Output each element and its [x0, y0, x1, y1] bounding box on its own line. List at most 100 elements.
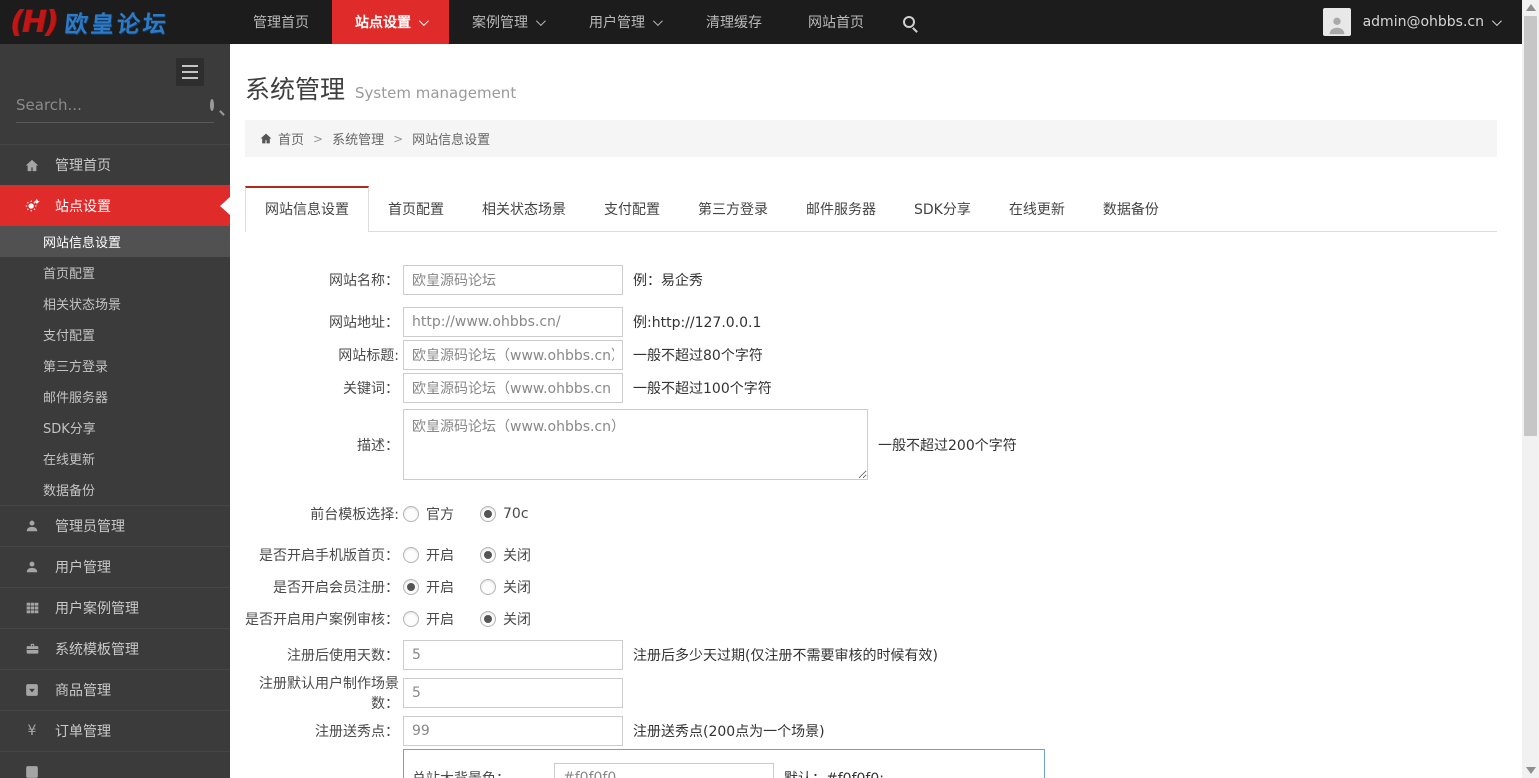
keywords-input[interactable]: [403, 373, 623, 403]
tab-online-update[interactable]: 在线更新: [990, 187, 1084, 231]
days-after-register-input[interactable]: [403, 640, 623, 670]
site-name-input[interactable]: [403, 265, 623, 295]
account-menu[interactable]: admin@ohbbs.cn: [1323, 0, 1539, 44]
person-icon: [22, 519, 42, 533]
sidebar: 管理首页 站点设置 网站信息设置 首页配置 相关状态场景 支付配置 第三方登录 …: [0, 44, 230, 778]
radio-register-on[interactable]: [403, 579, 419, 595]
sidebar-item-partial[interactable]: [0, 751, 230, 778]
register-points-input[interactable]: [403, 716, 623, 746]
radio-review-off[interactable]: [480, 611, 496, 627]
radio-mobile-off[interactable]: [480, 547, 496, 563]
field-label: 是否开启用户案例审核：: [245, 609, 403, 629]
tab-status-scene[interactable]: 相关状态场景: [463, 187, 585, 231]
topnav-user-management[interactable]: 用户管理: [566, 0, 683, 44]
topnav-case-management[interactable]: 案例管理: [449, 0, 566, 44]
field-hint: 注册后多少天过期(仅注册不需要审核的时候有效): [633, 645, 938, 665]
tab-site-info[interactable]: 网站信息设置: [245, 186, 369, 232]
sidebar-item-user-case-management[interactable]: 用户案例管理: [0, 587, 230, 628]
submenu-site-info[interactable]: 网站信息设置: [0, 226, 230, 257]
submenu-online-update[interactable]: 在线更新: [0, 443, 230, 474]
scroll-down-arrow-icon[interactable]: [1526, 767, 1536, 774]
chevron-down-icon: [653, 16, 663, 26]
submenu-sdk-share[interactable]: SDK分享: [0, 412, 230, 443]
sidebar-collapse-button[interactable]: [176, 58, 204, 86]
sidebar-menu: 管理首页 站点设置 网站信息设置 首页配置 相关状态场景 支付配置 第三方登录 …: [0, 144, 230, 778]
tab-payment-config[interactable]: 支付配置: [585, 187, 679, 231]
field-label: 注册后使用天数：: [245, 645, 403, 665]
sidebar-item-order-management[interactable]: ¥ 订单管理: [0, 710, 230, 751]
field-label: 关键词：: [245, 378, 403, 398]
logo-emblem-icon: (H): [10, 5, 57, 40]
tab-mail-server[interactable]: 邮件服务器: [787, 187, 895, 231]
search-icon: [903, 16, 915, 28]
breadcrumb-site-info[interactable]: 网站信息设置: [412, 129, 490, 148]
sidebar-item-user-management[interactable]: 用户管理: [0, 546, 230, 587]
topnav-label: 网站首页: [808, 12, 864, 32]
submenu-data-backup[interactable]: 数据备份: [0, 474, 230, 505]
radio-mobile-on[interactable]: [403, 547, 419, 563]
site-title-input[interactable]: [403, 340, 623, 370]
page-scrollbar[interactable]: [1522, 0, 1539, 778]
tab-home-config[interactable]: 首页配置: [369, 187, 463, 231]
topnav-admin-home[interactable]: 管理首页: [230, 0, 332, 44]
form-row-description: 描述： 欧皇源码论坛（www.ohbbs.cn） 一般不超过200个字符: [245, 409, 1497, 480]
field-hint: 注册送秀点(200点为一个场景): [633, 721, 825, 741]
radio-review-on[interactable]: [403, 611, 419, 627]
form-row-site-title: 网站标题: 一般不超过80个字符: [245, 340, 1497, 370]
form-row-keywords: 关键词： 一般不超过100个字符: [245, 373, 1497, 403]
yen-icon: ¥: [22, 723, 42, 739]
radio-template-official[interactable]: [403, 506, 419, 522]
breadcrumb-system-management[interactable]: 系统管理: [332, 129, 384, 148]
form-row-background-color: 总站大背景色： 默认：#f0f0f0;: [412, 763, 1044, 778]
topnav-site-home[interactable]: 网站首页: [785, 0, 887, 44]
breadcrumb: 首页 > 系统管理 > 网站信息设置: [245, 120, 1497, 157]
field-hint: 例：易企秀: [633, 270, 703, 290]
sidebar-item-product-management[interactable]: 商品管理: [0, 669, 230, 710]
scroll-up-arrow-icon[interactable]: [1526, 4, 1536, 11]
background-color-input[interactable]: [554, 763, 774, 778]
tab-third-party-login[interactable]: 第三方登录: [679, 187, 787, 231]
topbar-search-button[interactable]: [887, 0, 931, 44]
form-row-mobile-home: 是否开启手机版首页： 开启 关闭: [245, 544, 1497, 566]
topnav-clear-cache[interactable]: 清理缓存: [683, 0, 785, 44]
main-content: 系统管理 System management 首页 > 系统管理 > 网站信息设…: [230, 44, 1522, 778]
sidebar-search-input[interactable]: [16, 96, 210, 114]
description-textarea[interactable]: 欧皇源码论坛（www.ohbbs.cn）: [403, 409, 868, 480]
scrollbar-thumb[interactable]: [1524, 16, 1537, 436]
tab-sdk-share[interactable]: SDK分享: [895, 187, 990, 231]
page-header: 系统管理 System management: [245, 70, 1497, 106]
sidebar-item-admin-management[interactable]: 管理员管理: [0, 505, 230, 546]
breadcrumb-separator: >: [313, 132, 323, 146]
sidebar-item-admin-home[interactable]: 管理首页: [0, 144, 230, 185]
sidebar-item-label: 管理员管理: [55, 516, 125, 536]
form-row-register-points: 注册送秀点： 注册送秀点(200点为一个场景): [245, 716, 1497, 746]
sidebar-item-site-settings[interactable]: 站点设置: [0, 185, 230, 226]
site-url-input[interactable]: [403, 307, 623, 337]
radio-label: 关闭: [503, 577, 531, 597]
submenu-mail-server[interactable]: 邮件服务器: [0, 381, 230, 412]
submenu-status-scene[interactable]: 相关状态场景: [0, 288, 230, 319]
radio-template-70c[interactable]: [480, 506, 496, 522]
app-logo[interactable]: (H) 欧皇论坛: [0, 0, 230, 44]
form-row-site-name: 网站名称： 例：易企秀: [245, 265, 1497, 295]
submenu-home-config[interactable]: 首页配置: [0, 257, 230, 288]
gears-icon: [22, 198, 42, 214]
chevron-down-icon: [536, 16, 546, 26]
submenu-third-party-login[interactable]: 第三方登录: [0, 350, 230, 381]
page-title: 系统管理: [245, 70, 345, 106]
topnav-label: 用户管理: [589, 12, 645, 32]
sidebar-item-template-management[interactable]: 系统模板管理: [0, 628, 230, 669]
tab-data-backup[interactable]: 数据备份: [1084, 187, 1178, 231]
default-scene-count-input[interactable]: [403, 678, 623, 708]
topnav-label: 站点设置: [355, 12, 411, 32]
sidebar-item-label: 站点设置: [55, 196, 111, 216]
radio-register-off[interactable]: [480, 579, 496, 595]
field-label: 网站名称：: [245, 270, 403, 290]
submenu-payment-config[interactable]: 支付配置: [0, 319, 230, 350]
home-icon: [259, 132, 273, 145]
sidebar-item-label: 商品管理: [55, 680, 111, 700]
breadcrumb-home[interactable]: 首页: [259, 129, 304, 148]
topnav-site-settings[interactable]: 站点设置: [332, 0, 449, 44]
topnav-label: 清理缓存: [706, 12, 762, 32]
radio-label: 开启: [426, 545, 454, 565]
